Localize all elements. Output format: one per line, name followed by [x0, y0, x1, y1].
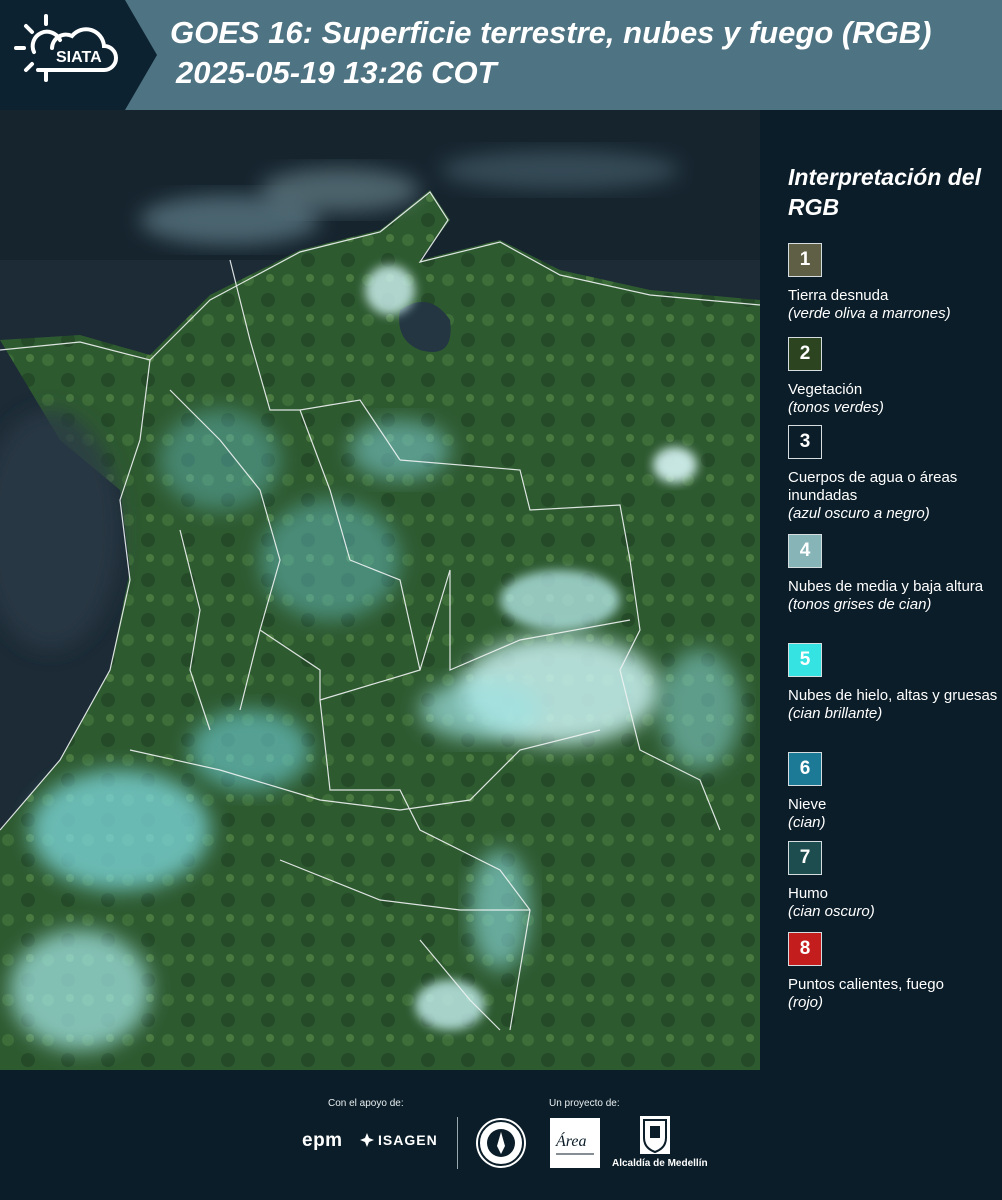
- legend-note: (verde oliva a marrones): [788, 305, 951, 322]
- legend-label: Tierra desnuda: [788, 287, 889, 304]
- legend-label: Cuerpos de agua o áreas inundadas: [788, 469, 958, 504]
- legend-label: Nubes de hielo, altas y gruesas: [788, 687, 998, 704]
- legend-label: Nubes de media y baja altura: [788, 578, 984, 595]
- logo-chevron: [125, 0, 157, 110]
- legend-swatch: 3: [788, 425, 822, 459]
- sun-cloud-icon: SIATA: [14, 14, 118, 82]
- area-metropolitana-logo[interactable]: Área: [550, 1118, 600, 1168]
- legend-title: Interpretación del RGB: [788, 164, 981, 220]
- alcaldia-shield-logo[interactable]: [640, 1116, 670, 1154]
- legend-label: Vegetación: [788, 381, 863, 398]
- legend-label: Puntos calientes, fuego: [788, 976, 944, 993]
- support-label: Con el apoyo de:: [328, 1098, 404, 1109]
- legend-swatch: 2: [788, 337, 822, 371]
- legend-panel: Interpretación del RGB 1 Tierra desnuda …: [760, 110, 1002, 1070]
- epm-logo[interactable]: epm: [302, 1130, 343, 1152]
- legend-swatch: 1: [788, 243, 822, 277]
- page-title: GOES 16: Superficie terrestre, nubes y f…: [170, 15, 932, 50]
- isagen-text: ISAGEN: [378, 1132, 438, 1148]
- project-label: Un proyecto de:: [549, 1098, 620, 1109]
- timestamp: 2025-05-19 13:26 COT: [176, 55, 497, 90]
- legend-label: Humo: [788, 885, 829, 902]
- legend-note: (rojo): [788, 994, 824, 1011]
- shield-icon: [643, 1119, 667, 1154]
- siata-logo[interactable]: SIATA: [0, 0, 125, 110]
- footer-divider: [457, 1117, 458, 1169]
- area-logo-icon: Área: [555, 1131, 594, 1155]
- header-bar: SIATA GOES 16: Superficie terrestre, nub…: [0, 0, 1002, 110]
- legend-item-smoke: 7 Humo (cian oscuro): [788, 841, 1000, 921]
- legend-item-snow: 6 Nieve (cian): [788, 752, 1000, 832]
- legend-label: Nieve: [788, 796, 827, 813]
- alcaldia-text: Alcaldía de Medellín: [612, 1158, 708, 1169]
- legend-swatch: 7: [788, 841, 822, 875]
- isagen-star-icon: [360, 1133, 374, 1147]
- satellite-map[interactable]: [0, 110, 760, 1070]
- legend-item-low-clouds: 4 Nubes de media y baja altura (tonos gr…: [788, 534, 1000, 614]
- legend-swatch: 4: [788, 534, 822, 568]
- legend-note: (azul oscuro a negro): [788, 505, 930, 522]
- legend-item-ice-clouds: 5 Nubes de hielo, altas y gruesas (cian …: [788, 643, 1000, 723]
- legend-item-vegetation: 2 Vegetación (tonos verdes): [788, 337, 1000, 417]
- svg-text:SIATA: SIATA: [56, 49, 102, 66]
- legend-note: (tonos verdes): [788, 399, 884, 416]
- legend-item-bare-soil: 1 Tierra desnuda (verde oliva a marrones…: [788, 243, 1000, 323]
- legend-swatch: 5: [788, 643, 822, 677]
- legend-swatch: 6: [788, 752, 822, 786]
- legend-swatch: 8: [788, 932, 822, 966]
- legend-item-fire: 8 Puntos calientes, fuego (rojo): [788, 932, 1000, 1012]
- footer: Con el apoyo de: Un proyecto de: epm ISA…: [0, 1070, 1002, 1200]
- seal-icon: [478, 1120, 524, 1166]
- legend-note: (tonos grises de cian): [788, 596, 932, 613]
- legend-note: (cian oscuro): [788, 903, 875, 920]
- legend-item-water: 3 Cuerpos de agua o áreas inundadas (azu…: [788, 425, 1000, 523]
- satellite-image: [0, 110, 760, 1070]
- university-seal-logo[interactable]: [476, 1118, 526, 1168]
- svg-text:Área: Área: [555, 1131, 587, 1150]
- legend-note: (cian brillante): [788, 705, 883, 722]
- isagen-logo[interactable]: ISAGEN: [360, 1132, 438, 1148]
- legend-note: (cian): [788, 814, 826, 831]
